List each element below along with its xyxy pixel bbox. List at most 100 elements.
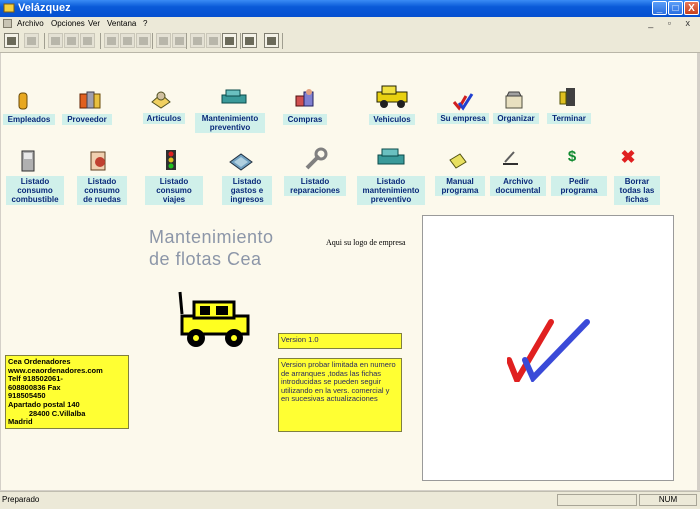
print-tool-button[interactable] bbox=[104, 33, 119, 48]
exit-label[interactable]: Terminar bbox=[547, 113, 591, 124]
print-preview-icon bbox=[123, 36, 132, 45]
open-folder-tool-button[interactable] bbox=[4, 33, 19, 48]
tool-b-tool-button[interactable] bbox=[190, 33, 205, 48]
repairs-list-button[interactable] bbox=[303, 146, 329, 172]
articles-button[interactable] bbox=[150, 88, 172, 110]
menu-ver[interactable]: Ver bbox=[88, 17, 100, 30]
menu-archivo[interactable]: Archivo bbox=[17, 17, 44, 30]
exit-button[interactable] bbox=[556, 86, 578, 108]
cut-tool-button[interactable] bbox=[48, 33, 63, 48]
print-preview-tool-button[interactable] bbox=[120, 33, 135, 48]
wrench-icon bbox=[303, 146, 329, 172]
archive-label[interactable]: Archivo documental bbox=[490, 176, 546, 196]
title-bar: Velázquez _ □ X bbox=[0, 0, 700, 17]
save-tool-button[interactable] bbox=[24, 33, 39, 48]
app-icon bbox=[3, 3, 15, 13]
toolbar-separator bbox=[186, 33, 187, 49]
expenses-list-label[interactable]: Listado gastos e ingresos bbox=[222, 176, 272, 205]
company-logo-frame[interactable] bbox=[422, 215, 674, 481]
order-program-label[interactable]: Pedir programa bbox=[551, 176, 607, 196]
zoom-icon bbox=[159, 36, 168, 45]
version-box: Version 1.0 bbox=[278, 333, 402, 349]
menu-help[interactable]: ? bbox=[143, 17, 147, 30]
minimize-button[interactable]: _ bbox=[652, 1, 667, 15]
supplier-button[interactable] bbox=[79, 88, 101, 110]
maintenance-list-icon bbox=[376, 146, 408, 170]
toolbar bbox=[0, 30, 700, 53]
tool-a-tool-button[interactable] bbox=[172, 33, 187, 48]
expenses-list-button[interactable] bbox=[228, 148, 254, 174]
purchases-label[interactable]: Compras bbox=[283, 114, 327, 125]
maximize-button[interactable]: □ bbox=[668, 1, 683, 15]
contact-line: Madrid bbox=[8, 417, 33, 427]
help-tool-button[interactable] bbox=[264, 33, 279, 48]
employees-label[interactable]: Empleados bbox=[3, 114, 55, 125]
money-icon bbox=[228, 148, 254, 174]
fuel-list-button[interactable] bbox=[18, 148, 40, 174]
trips-list-button[interactable] bbox=[160, 148, 182, 174]
vehicles-button[interactable] bbox=[374, 84, 410, 110]
organize-icon bbox=[503, 88, 525, 110]
toolbar-separator bbox=[152, 33, 153, 49]
supplier-label[interactable]: Proveedor bbox=[62, 114, 112, 125]
employee-icon bbox=[12, 90, 34, 112]
toolbar-separator bbox=[282, 33, 283, 49]
menu-ventana[interactable]: Ventana bbox=[107, 17, 136, 30]
help-icon bbox=[267, 36, 276, 45]
company-button[interactable] bbox=[452, 90, 474, 112]
print-icon bbox=[107, 36, 116, 45]
contact-box: Cea Ordenadores www.ceaordenadores.com T… bbox=[5, 355, 129, 429]
wheels-list-button[interactable] bbox=[88, 148, 110, 174]
status-text: Preparado bbox=[2, 495, 40, 504]
delete-icon: ✖ bbox=[620, 147, 636, 167]
app-logo-line2: de flotas Cea bbox=[149, 249, 262, 269]
maintenance-list-label[interactable]: Listado mantenimiento preventivo bbox=[357, 176, 425, 205]
vehicle-icon bbox=[374, 84, 410, 110]
employees-button[interactable] bbox=[12, 90, 34, 112]
organize-label[interactable]: Organizar bbox=[493, 113, 539, 124]
paste-tool-button[interactable] bbox=[80, 33, 95, 48]
delete-all-button[interactable]: ✖ bbox=[617, 146, 639, 168]
zoom-tool-button[interactable] bbox=[156, 33, 171, 48]
menu-opciones[interactable]: Opciones bbox=[51, 17, 85, 30]
wheels-list-label[interactable]: Listado consumo de ruedas bbox=[77, 176, 127, 205]
window-tool-button[interactable] bbox=[222, 33, 237, 48]
purchases-button[interactable] bbox=[294, 88, 316, 110]
manual-button[interactable] bbox=[447, 150, 469, 172]
find-tool-button[interactable] bbox=[136, 33, 151, 48]
logo-caption: Aqui su logo de empresa bbox=[326, 238, 406, 247]
save-icon bbox=[27, 36, 36, 45]
mdi-window-controls[interactable]: _ ▫ x bbox=[648, 17, 696, 30]
paste-icon bbox=[83, 36, 92, 45]
archive-button[interactable] bbox=[500, 146, 522, 168]
cut-icon bbox=[51, 36, 60, 45]
order-program-button[interactable]: $ bbox=[561, 146, 583, 168]
app-logo-line1: Mantenimiento bbox=[149, 227, 274, 247]
notice-box: Version probar limitada en numero de arr… bbox=[278, 358, 402, 432]
vehicles-label[interactable]: Vehiculos bbox=[369, 114, 415, 125]
trips-list-label[interactable]: Listado consumo viajes bbox=[145, 176, 203, 205]
close-button[interactable]: X bbox=[684, 1, 699, 15]
organize-button[interactable] bbox=[503, 88, 525, 110]
window-title: Velázquez bbox=[18, 2, 71, 14]
copy-tool-button[interactable] bbox=[64, 33, 79, 48]
copy-icon bbox=[67, 36, 76, 45]
maintenance-label[interactable]: Mantenimiento preventivo bbox=[195, 113, 265, 133]
diamond-tool-button[interactable] bbox=[242, 33, 257, 48]
fuel-list-label[interactable]: Listado consumo combustible bbox=[6, 176, 64, 205]
manual-label[interactable]: Manual programa bbox=[435, 176, 485, 196]
wheels-icon bbox=[88, 148, 110, 174]
toolbar-separator bbox=[240, 33, 241, 49]
tool-c-tool-button[interactable] bbox=[206, 33, 221, 48]
delete-all-label[interactable]: Borrar todas las fichas bbox=[614, 176, 660, 205]
articles-label[interactable]: Articulos bbox=[143, 113, 185, 124]
fuel-icon bbox=[18, 148, 40, 174]
company-label[interactable]: Su empresa bbox=[437, 113, 489, 124]
maintenance-button[interactable] bbox=[220, 87, 250, 109]
status-panel-empty bbox=[557, 494, 637, 506]
menu-bar: Archivo Opciones Ver Ventana ? _ ▫ x bbox=[0, 17, 700, 30]
maintenance-list-button[interactable] bbox=[376, 146, 408, 170]
repairs-list-label[interactable]: Listado reparaciones bbox=[284, 176, 346, 196]
supplier-icon bbox=[79, 88, 101, 110]
doc-icon[interactable] bbox=[3, 19, 12, 28]
